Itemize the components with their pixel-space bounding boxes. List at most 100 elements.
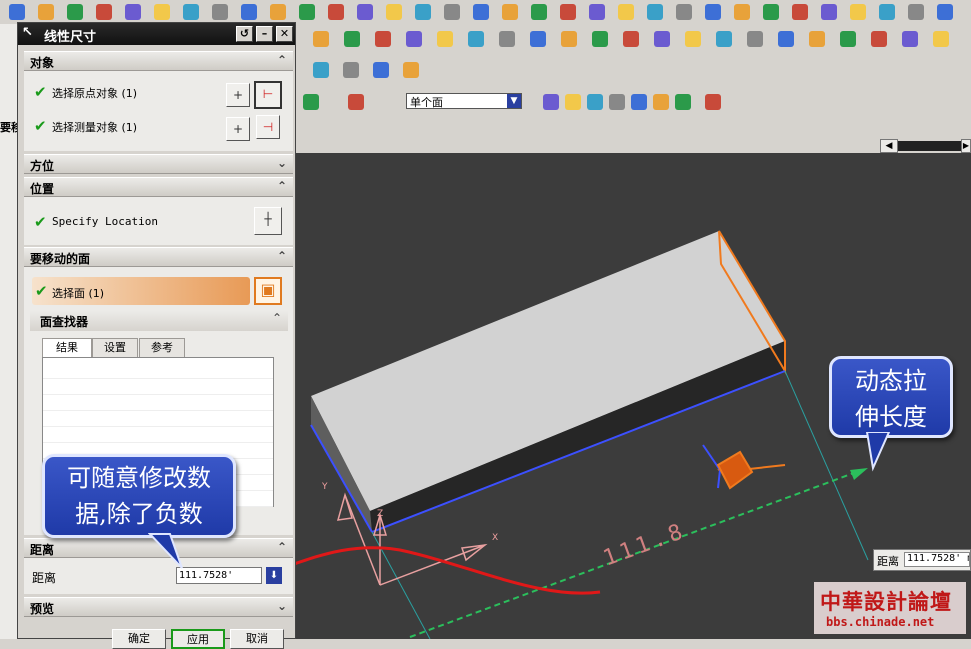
toolbar-tool-icon[interactable] <box>615 1 637 23</box>
toolbar-tool-icon[interactable] <box>340 59 362 81</box>
toolbar-tool-icon[interactable] <box>905 1 927 23</box>
distance-readout-value[interactable]: 111.7528' mm <box>904 552 970 567</box>
point-dialog-button[interactable]: ┼ <box>254 207 282 235</box>
toolbar-tool-icon[interactable] <box>403 28 425 50</box>
close-button[interactable]: ✕ <box>276 26 293 42</box>
toolbar-tool-icon[interactable] <box>209 1 231 23</box>
toolbar-tool-icon[interactable] <box>650 91 672 113</box>
toolbar-tool-icon[interactable] <box>296 1 318 23</box>
apply-button[interactable]: 应用 <box>171 629 225 649</box>
section-faces-to-move[interactable]: 要移动的面 ⌃ <box>24 247 293 267</box>
toolbar-tool-icon[interactable] <box>151 1 173 23</box>
add-origin-button[interactable]: + <box>226 83 250 107</box>
toolbar-tool-icon[interactable] <box>527 28 549 50</box>
toolbar-tool-icon[interactable] <box>744 28 766 50</box>
toolbar-tool-icon[interactable] <box>584 91 606 113</box>
toolbar-tool-icon[interactable] <box>644 1 666 23</box>
scroll-track[interactable] <box>898 141 961 151</box>
toolbar-tool-icon[interactable] <box>238 1 260 23</box>
toolbar-tool-icon[interactable] <box>64 1 86 23</box>
list-item[interactable] <box>43 428 273 443</box>
toolbar-tool-icon[interactable] <box>934 1 956 23</box>
add-measure-button[interactable]: + <box>226 117 250 141</box>
list-item[interactable] <box>43 380 273 395</box>
row-select-face[interactable]: ✔ 选择面 (1) <box>32 277 250 305</box>
section-orientation[interactable]: 方位 ⌄ <box>24 154 293 174</box>
toolbar-tool-icon[interactable] <box>499 1 521 23</box>
toolbar-tool-icon[interactable] <box>345 91 367 113</box>
toolbar-tool-icon[interactable] <box>310 28 332 50</box>
section-location[interactable]: 位置 ⌃ <box>24 177 293 197</box>
list-item[interactable] <box>43 396 273 411</box>
toolbar-tool-icon[interactable] <box>470 1 492 23</box>
toolbar-tool-icon[interactable] <box>562 91 584 113</box>
toolbar-tool-icon[interactable] <box>325 1 347 23</box>
toolbar-tool-icon[interactable] <box>465 28 487 50</box>
tab-settings[interactable]: 设置 <box>92 338 138 357</box>
toolbar-tool-icon[interactable] <box>702 91 724 113</box>
section-preview[interactable]: 预览 ⌄ <box>24 597 293 617</box>
section-objects[interactable]: 对象 ⌃ <box>24 51 293 71</box>
toolbar-tool-icon[interactable] <box>354 1 376 23</box>
distance-input[interactable]: 111.7528' <box>176 567 262 584</box>
toolbar-tool-icon[interactable] <box>528 1 550 23</box>
toolbar-tool-icon[interactable] <box>628 91 650 113</box>
toolbar-tool-icon[interactable] <box>434 28 456 50</box>
distance-dropdown-button[interactable]: ⬇ <box>266 567 282 584</box>
toolbar-tool-icon[interactable] <box>818 1 840 23</box>
toolbar-tool-icon[interactable] <box>930 28 952 50</box>
row-specify-location[interactable]: ✔ Specify Location <box>34 211 234 235</box>
toolbar-tool-icon[interactable] <box>558 28 580 50</box>
cancel-button[interactable]: 取消 <box>230 629 284 649</box>
toolbar-tool-icon[interactable] <box>93 1 115 23</box>
toolbar-tool-icon[interactable] <box>383 1 405 23</box>
list-item[interactable] <box>43 364 273 379</box>
toolbar-tool-icon[interactable] <box>400 59 422 81</box>
filter-select[interactable]: 单个面 ▼ <box>406 93 522 109</box>
tab-reference[interactable]: 参考 <box>139 338 185 357</box>
toolbar-tool-icon[interactable] <box>586 1 608 23</box>
ok-button[interactable]: 确定 <box>112 629 166 649</box>
scroll-right-button[interactable]: ▶ <box>961 139 971 153</box>
toolbar-tool-icon[interactable] <box>267 1 289 23</box>
toolbar-tool-icon[interactable] <box>620 28 642 50</box>
toolbar-tool-icon[interactable] <box>837 28 859 50</box>
toolbar-tool-icon[interactable] <box>713 28 735 50</box>
toolbar-tool-icon[interactable] <box>876 1 898 23</box>
toolbar-tool-icon[interactable] <box>540 91 562 113</box>
toolbar-tool-icon[interactable] <box>496 28 518 50</box>
face-select-button[interactable]: ▣ <box>254 277 282 305</box>
toolbar-tool-icon[interactable] <box>651 28 673 50</box>
toolbar-tool-icon[interactable] <box>122 1 144 23</box>
toolbar-tool-icon[interactable] <box>341 28 363 50</box>
toolbar-tool-icon[interactable] <box>412 1 434 23</box>
origin-tool-button[interactable]: ⊢ <box>254 81 282 109</box>
toolbar-tool-icon[interactable] <box>702 1 724 23</box>
dialog-titlebar[interactable]: ↖ 线性尺寸 ↺ – ✕ <box>18 23 295 45</box>
toolbar-tool-icon[interactable] <box>372 28 394 50</box>
tab-results[interactable]: 结果 <box>42 338 92 358</box>
toolbar-tool-icon[interactable] <box>606 91 628 113</box>
toolbar-tool-icon[interactable] <box>789 1 811 23</box>
toolbar-tool-icon[interactable] <box>35 1 57 23</box>
toolbar-tool-icon[interactable] <box>775 28 797 50</box>
toolbar-tool-icon[interactable] <box>731 1 753 23</box>
toolbar-tool-icon[interactable] <box>441 1 463 23</box>
toolbar-tool-icon[interactable] <box>682 28 704 50</box>
toolbar-tool-icon[interactable] <box>672 91 694 113</box>
reset-button[interactable]: ↺ <box>236 26 253 42</box>
toolbar-tool-icon[interactable] <box>673 1 695 23</box>
measure-tool-button[interactable]: ⊣ <box>256 115 280 139</box>
toolbar-tool-icon[interactable] <box>6 1 28 23</box>
face-finder-header[interactable]: 面查找器 ⌃ <box>30 311 288 331</box>
toolbar-tool-icon[interactable] <box>760 1 782 23</box>
toolbar-tool-icon[interactable] <box>806 28 828 50</box>
toolbar-tool-icon[interactable] <box>589 28 611 50</box>
toolbar-tool-icon[interactable] <box>180 1 202 23</box>
toolbar-tool-icon[interactable] <box>557 1 579 23</box>
toolbar-tool-icon[interactable] <box>370 59 392 81</box>
toolbar-tool-icon[interactable] <box>300 91 322 113</box>
minimize-button[interactable]: – <box>256 26 273 42</box>
toolbar-tool-icon[interactable] <box>868 28 890 50</box>
toolbar-tool-icon[interactable] <box>310 59 332 81</box>
